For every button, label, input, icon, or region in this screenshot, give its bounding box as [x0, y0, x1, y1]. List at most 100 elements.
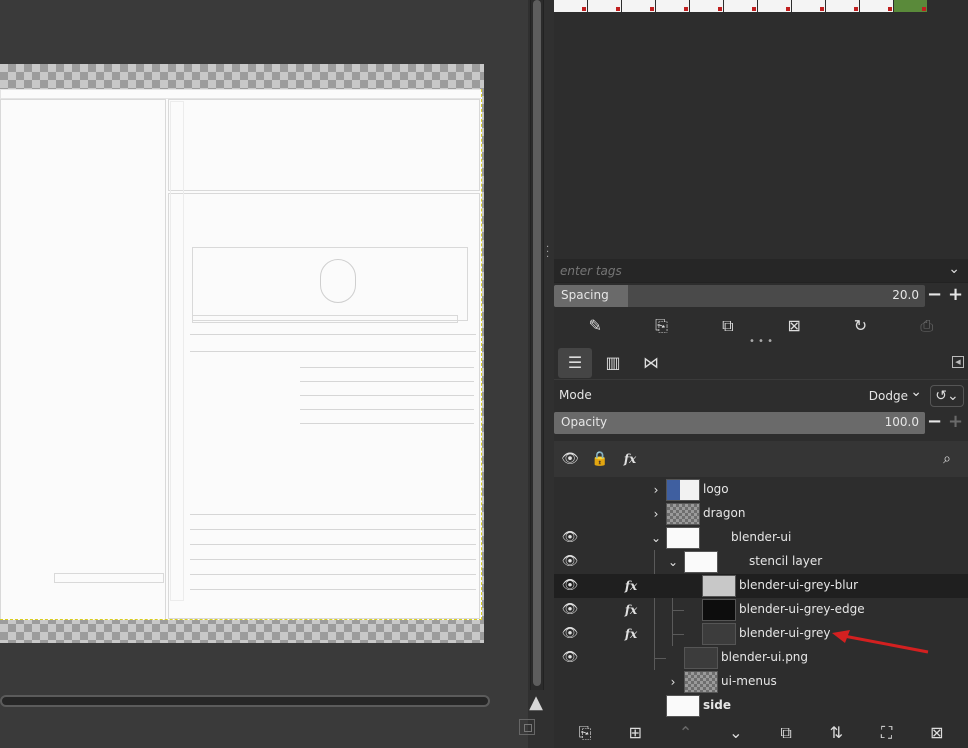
- quick-mask-arrow-icon[interactable]: ▲: [525, 692, 547, 714]
- eye-icon[interactable]: 👁: [561, 529, 579, 547]
- mode-select[interactable]: Dodge: [854, 382, 926, 406]
- layer-thumbnail: [702, 623, 736, 645]
- layer-row-ui-menus[interactable]: › ui-menus: [554, 670, 968, 694]
- mode-label: Mode: [559, 388, 592, 402]
- layer-thumbnail: [666, 527, 700, 549]
- brush-thumbnail[interactable]: [656, 0, 689, 12]
- spacing-increase-button[interactable]: +: [946, 285, 965, 307]
- brush-thumbnail[interactable]: [588, 0, 621, 12]
- layer-name: logo: [703, 482, 729, 496]
- layers-icon: ☰: [567, 353, 583, 372]
- brush-list-area: [554, 12, 968, 258]
- collapse-icon[interactable]: ⌄: [649, 529, 663, 547]
- brush-thumbnail[interactable]: [690, 0, 723, 12]
- collapse-icon[interactable]: ⌄: [666, 553, 680, 571]
- dock-separator-grip[interactable]: • • •: [554, 337, 968, 347]
- brush-thumbnail[interactable]: [894, 0, 927, 12]
- tags-field[interactable]: ⌄: [554, 259, 968, 283]
- annotation-arrow-line: [843, 634, 929, 654]
- image-content[interactable]: [0, 89, 482, 620]
- spacing-decrease-button[interactable]: −: [925, 285, 944, 307]
- layer-name: blender-ui-grey: [739, 626, 831, 640]
- tab-layers[interactable]: ☰: [558, 348, 592, 378]
- opacity-decrease-button[interactable]: −: [925, 412, 944, 434]
- layer-name: blender-ui.png: [721, 650, 809, 664]
- layer-thumbnail: [666, 503, 700, 525]
- horizontal-scrollbar[interactable]: [0, 695, 490, 707]
- add-mask-icon[interactable]: ⛶: [876, 722, 898, 744]
- vertical-scrollbar-thumb[interactable]: [533, 0, 541, 686]
- brush-thumbnail[interactable]: [792, 0, 825, 12]
- layer-name: ui-menus: [721, 674, 777, 688]
- layer-row-dragon[interactable]: › dragon: [554, 502, 968, 526]
- refresh-brushes-icon[interactable]: ↻: [849, 315, 871, 337]
- brush-thumbnail[interactable]: [758, 0, 791, 12]
- spacing-value: 20.0: [892, 288, 919, 302]
- composite-mode-button[interactable]: ↺⌄: [930, 385, 964, 407]
- layer-row-blender-ui[interactable]: 👁 ⌄ blender-ui: [554, 526, 968, 550]
- delete-brush-icon[interactable]: ⊠: [783, 315, 805, 337]
- layer-row-stencil-layer[interactable]: 👁 ⌄ stencil layer: [554, 550, 968, 574]
- duplicate-layer-icon[interactable]: ⧉: [775, 722, 797, 744]
- brush-thumbnail[interactable]: [860, 0, 893, 12]
- tab-menu-icon[interactable]: ◀: [952, 356, 964, 368]
- brush-thumbnail[interactable]: [826, 0, 859, 12]
- vertical-scrollbar[interactable]: [530, 0, 544, 690]
- layer-row-blender-ui-grey-edge[interactable]: 👁 fx blender-ui-grey-edge: [554, 598, 968, 622]
- layer-row-logo[interactable]: › logo: [554, 478, 968, 502]
- layer-row-blender-ui-grey-blur[interactable]: 👁 fx blender-ui-grey-blur: [554, 574, 968, 598]
- layer-row-side[interactable]: side: [554, 694, 968, 718]
- opacity-increase-button[interactable]: +: [946, 412, 965, 434]
- new-layer-group-icon[interactable]: ⊞: [624, 722, 646, 744]
- merge-down-icon[interactable]: ⇅: [825, 722, 847, 744]
- duplicate-brush-icon[interactable]: ⧉: [717, 315, 739, 337]
- layer-thumbnail: [666, 695, 700, 717]
- new-brush-icon[interactable]: ⎘: [650, 315, 672, 337]
- chevron-down-icon[interactable]: ⌄: [948, 261, 960, 277]
- dock-resize-grip[interactable]: · · ·: [546, 243, 550, 263]
- eye-icon[interactable]: 👁: [561, 625, 579, 643]
- raise-layer-icon[interactable]: ⌃: [675, 722, 697, 744]
- opacity-slider-fill: [554, 412, 925, 434]
- expand-icon[interactable]: ›: [649, 505, 663, 523]
- fx-icon[interactable]: fx: [622, 601, 640, 619]
- layer-list-header: 👁 🔒 fx ⌕: [554, 441, 968, 477]
- annotation-arrow: [832, 630, 929, 654]
- dock-tabs: ☰ ▥ ⋈ ◀: [554, 346, 968, 380]
- search-icon[interactable]: ⌕: [938, 450, 956, 468]
- fx-icon[interactable]: fx: [621, 450, 639, 468]
- layer-name: blender-ui: [731, 530, 792, 544]
- lock-icon[interactable]: 🔒: [591, 450, 609, 468]
- spacing-slider[interactable]: Spacing 20.0: [554, 285, 925, 307]
- brush-thumbnail[interactable]: [724, 0, 757, 12]
- fx-icon[interactable]: fx: [622, 625, 640, 643]
- image-canvas-area[interactable]: [0, 0, 528, 748]
- eye-icon[interactable]: 👁: [561, 577, 579, 595]
- new-layer-icon[interactable]: ⎘: [574, 722, 596, 744]
- layer-thumbnail: [666, 479, 700, 501]
- navigate-icon[interactable]: [519, 719, 535, 735]
- fx-icon[interactable]: fx: [622, 577, 640, 595]
- open-as-image-icon[interactable]: ⎙: [916, 315, 938, 337]
- channels-icon: ▥: [605, 353, 621, 372]
- layer-thumbnail: [702, 599, 736, 621]
- eye-icon[interactable]: 👁: [561, 450, 579, 468]
- expand-icon[interactable]: ›: [649, 481, 663, 499]
- eye-icon[interactable]: 👁: [561, 601, 579, 619]
- layer-thumbnail: [684, 647, 718, 669]
- eye-icon[interactable]: 👁: [561, 553, 579, 571]
- lower-layer-icon[interactable]: ⌄: [725, 722, 747, 744]
- opacity-slider[interactable]: Opacity 100.0: [554, 412, 925, 434]
- tags-input[interactable]: [560, 263, 930, 279]
- brush-thumbnail[interactable]: [622, 0, 655, 12]
- brush-thumbnail-strip: [554, 0, 929, 12]
- delete-layer-icon[interactable]: ⊠: [926, 722, 948, 744]
- expand-icon[interactable]: ›: [666, 673, 680, 691]
- spacing-label: Spacing: [561, 288, 609, 302]
- edit-brush-icon[interactable]: ✎: [584, 315, 606, 337]
- tab-channels[interactable]: ▥: [596, 348, 630, 378]
- layer-thumbnail: [684, 671, 718, 693]
- brush-thumbnail[interactable]: [554, 0, 587, 12]
- tab-paths[interactable]: ⋈: [634, 348, 668, 378]
- eye-icon[interactable]: 👁: [561, 649, 579, 667]
